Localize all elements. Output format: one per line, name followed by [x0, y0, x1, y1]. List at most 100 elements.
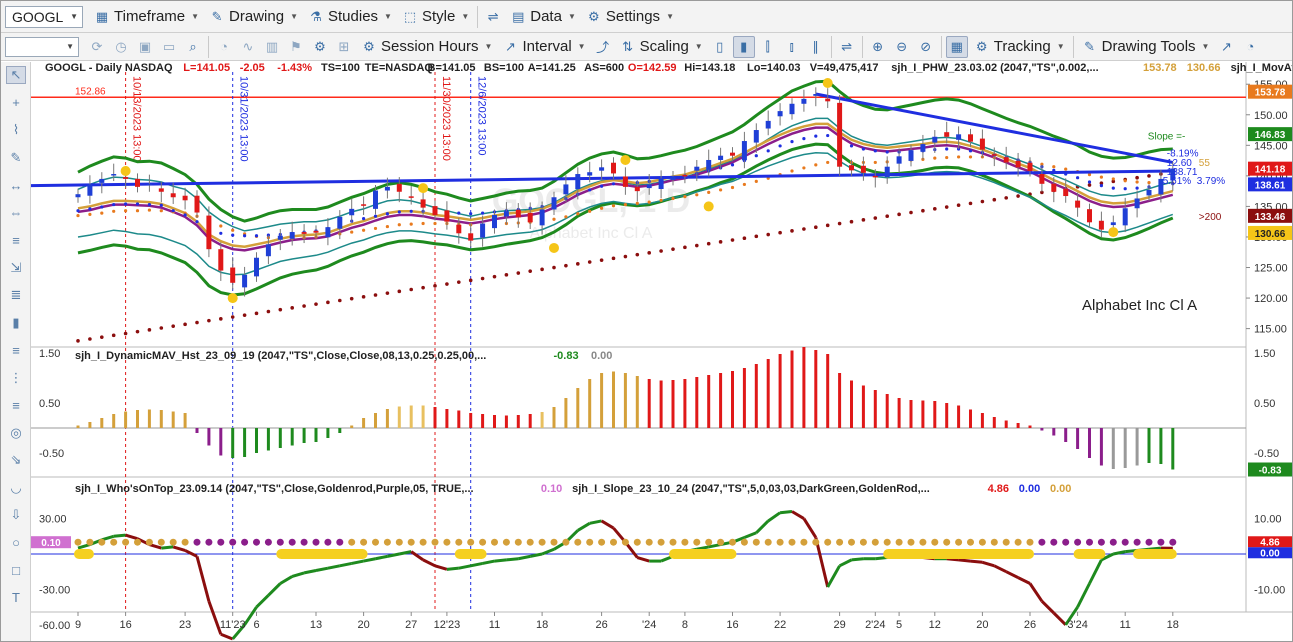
- candle-body: [741, 141, 747, 161]
- bars-icon[interactable]: ▥: [261, 36, 283, 58]
- supertrend-dot: [100, 205, 104, 209]
- arrow-icon[interactable]: ⇲: [6, 259, 26, 277]
- save-icon[interactable]: ▣: [134, 36, 156, 58]
- drawing-menu[interactable]: ✎ Drawing ▼: [204, 5, 303, 29]
- circle-icon[interactable]: ○: [6, 534, 26, 552]
- wave-icon[interactable]: ∿: [237, 36, 259, 58]
- lines-icon[interactable]: ≣: [6, 286, 26, 304]
- arc-icon[interactable]: ◡: [6, 479, 26, 497]
- session-hours-menu[interactable]: ⚙ Session Hours ▼: [356, 35, 497, 59]
- levels-icon[interactable]: ≡: [6, 396, 26, 414]
- date-tick-label: 13: [310, 619, 322, 631]
- candle-body: [87, 184, 93, 196]
- pane3-last-label: 4.86: [1260, 537, 1280, 548]
- pivot-dot: [620, 154, 631, 165]
- channel-icon[interactable]: ⇔: [6, 204, 26, 222]
- header-field: Lo=140.03: [747, 62, 801, 74]
- data-menu[interactable]: ▤ Data ▼: [505, 5, 581, 29]
- whos-on-top-dot: [443, 538, 451, 546]
- rectangle-icon[interactable]: □: [6, 561, 26, 579]
- chart-area[interactable]: GOOGL, 1 D Alphabet Inc Cl A 152.86 10/13…: [31, 62, 1293, 642]
- down-arrow-icon[interactable]: ⇩: [6, 506, 26, 524]
- whos-on-top-dot: [943, 538, 951, 546]
- whos-on-top-dot: [1109, 538, 1117, 546]
- horizontal-icon[interactable]: ↔: [6, 176, 26, 194]
- dashboard-icon[interactable]: ◔: [1239, 36, 1261, 58]
- candle-body: [361, 204, 367, 206]
- zoom-in-icon[interactable]: ⊕: [867, 36, 889, 58]
- line-icon[interactable]: ∥: [805, 36, 827, 58]
- candle-body: [206, 215, 212, 250]
- date-tick-label: 9: [75, 619, 81, 631]
- style-menu[interactable]: ⬚ Style ▼: [397, 5, 474, 29]
- gauge-icon[interactable]: ◔: [213, 36, 235, 58]
- pen-icon[interactable]: ⌇: [6, 121, 26, 139]
- tracking-menu[interactable]: ⚙ Tracking ▼: [969, 35, 1070, 59]
- interval-menu[interactable]: ↗ Interval ▼: [497, 35, 590, 59]
- histogram-bar: [1099, 428, 1103, 466]
- slope-segment: [161, 545, 174, 550]
- scaling-menu[interactable]: ⇅ Scaling ▼: [615, 35, 708, 59]
- pointer-icon[interactable]: ↖: [6, 66, 26, 84]
- table-icon[interactable]: ▦: [945, 35, 968, 58]
- histogram-bar: [100, 418, 104, 428]
- symbol-selector[interactable]: GOOGL ▼: [5, 5, 83, 28]
- orange-dot: [409, 222, 413, 226]
- grid-icon[interactable]: ⊞: [333, 36, 355, 58]
- zoom-out-icon[interactable]: ⊖: [891, 36, 913, 58]
- text-icon[interactable]: T: [6, 589, 26, 607]
- trend-icon[interactable]: ↗: [1215, 36, 1237, 58]
- slope-segment: [446, 566, 459, 571]
- gear-small-icon[interactable]: ⚙: [309, 36, 331, 58]
- flag-icon[interactable]: ⚑: [285, 36, 307, 58]
- whos-on-top-dot: [336, 538, 344, 546]
- timeframe-menu[interactable]: ▦ Timeframe ▼: [89, 5, 204, 29]
- date-marker-label: 10/31/2023 13:00: [238, 76, 250, 162]
- open-icon[interactable]: ▭: [158, 36, 180, 58]
- ohlc-icon[interactable]: ⫾: [781, 36, 803, 58]
- sma200-dot: [814, 225, 818, 229]
- whos-on-top-dot: [514, 538, 522, 546]
- supertrend-dot: [754, 154, 758, 158]
- crosshair-icon[interactable]: +: [6, 94, 26, 112]
- candles-icon[interactable]: ▯: [709, 36, 731, 58]
- bars-icon[interactable]: ▮: [6, 314, 26, 332]
- interval-up-icon[interactable]: ⤴: [592, 36, 614, 58]
- drawing-tools-menu[interactable]: ✎ Drawing Tools ▼: [1077, 35, 1215, 59]
- candle-body: [956, 134, 962, 140]
- histogram-bar: [909, 400, 913, 428]
- chevron-down-icon: ▼: [290, 12, 298, 21]
- date-tick-label: 12'23: [434, 619, 461, 631]
- fib-icon[interactable]: ≡: [6, 231, 26, 249]
- brush-icon[interactable]: ✎: [6, 149, 26, 167]
- zoom-icon[interactable]: ⌕: [182, 36, 204, 58]
- candle-icon[interactable]: ▮: [732, 35, 755, 58]
- zoom-reset-icon[interactable]: ⊘: [915, 36, 937, 58]
- settings-menu[interactable]: ⚙ Settings ▼: [581, 5, 679, 29]
- refresh-icon[interactable]: ⟳: [86, 36, 108, 58]
- histogram-bar: [933, 401, 937, 428]
- dots-icon[interactable]: ⋮: [6, 369, 26, 387]
- target-icon[interactable]: ◎: [6, 424, 26, 442]
- interval-icon: ↗: [505, 38, 516, 54]
- candle-body: [1027, 162, 1033, 171]
- orange-dot: [730, 185, 735, 190]
- dynamic-mav-pane: [31, 347, 1246, 470]
- whos-on-top-dot: [907, 538, 915, 546]
- slope-segment: [1017, 576, 1031, 585]
- whos-on-top-dot: [1050, 538, 1058, 546]
- candle-body: [1110, 222, 1116, 226]
- layout-icon[interactable]: ⇌: [482, 6, 504, 28]
- bar-icon[interactable]: ⫿: [757, 36, 779, 58]
- history-icon[interactable]: ◷: [110, 36, 132, 58]
- layout-icon[interactable]: ⇌: [836, 36, 858, 58]
- template-combo[interactable]: ▼: [5, 36, 79, 57]
- settings-menu-label: Settings: [605, 8, 661, 25]
- whos-on-top-dot: [431, 538, 439, 546]
- sma200-dot: [635, 252, 640, 257]
- studies-menu[interactable]: ⚗ Studies ▼: [303, 5, 397, 29]
- stack-icon[interactable]: ≡: [6, 341, 26, 359]
- whos-on-top-dot: [978, 538, 986, 546]
- trend-arrow-icon[interactable]: ⇘: [6, 451, 26, 469]
- sma200-dot: [1087, 183, 1092, 187]
